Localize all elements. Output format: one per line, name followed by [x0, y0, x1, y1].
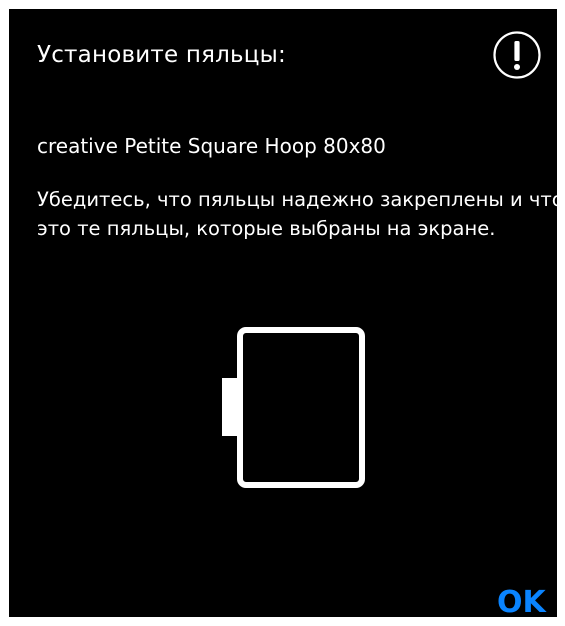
hoop-install-dialog: Установите пяльцы: creative Petite Squar…	[9, 9, 564, 618]
ok-button[interactable]: OK	[497, 588, 546, 618]
exclamation-circle-icon	[493, 31, 541, 79]
dialog-title: Установите пяльцы:	[37, 42, 286, 68]
square-hoop-icon	[222, 327, 365, 488]
instruction-text: Убедитесь, что пяльцы надежно закреплены…	[37, 188, 564, 240]
hoop-name: creative Petite Square Hoop 80x80	[37, 134, 386, 158]
